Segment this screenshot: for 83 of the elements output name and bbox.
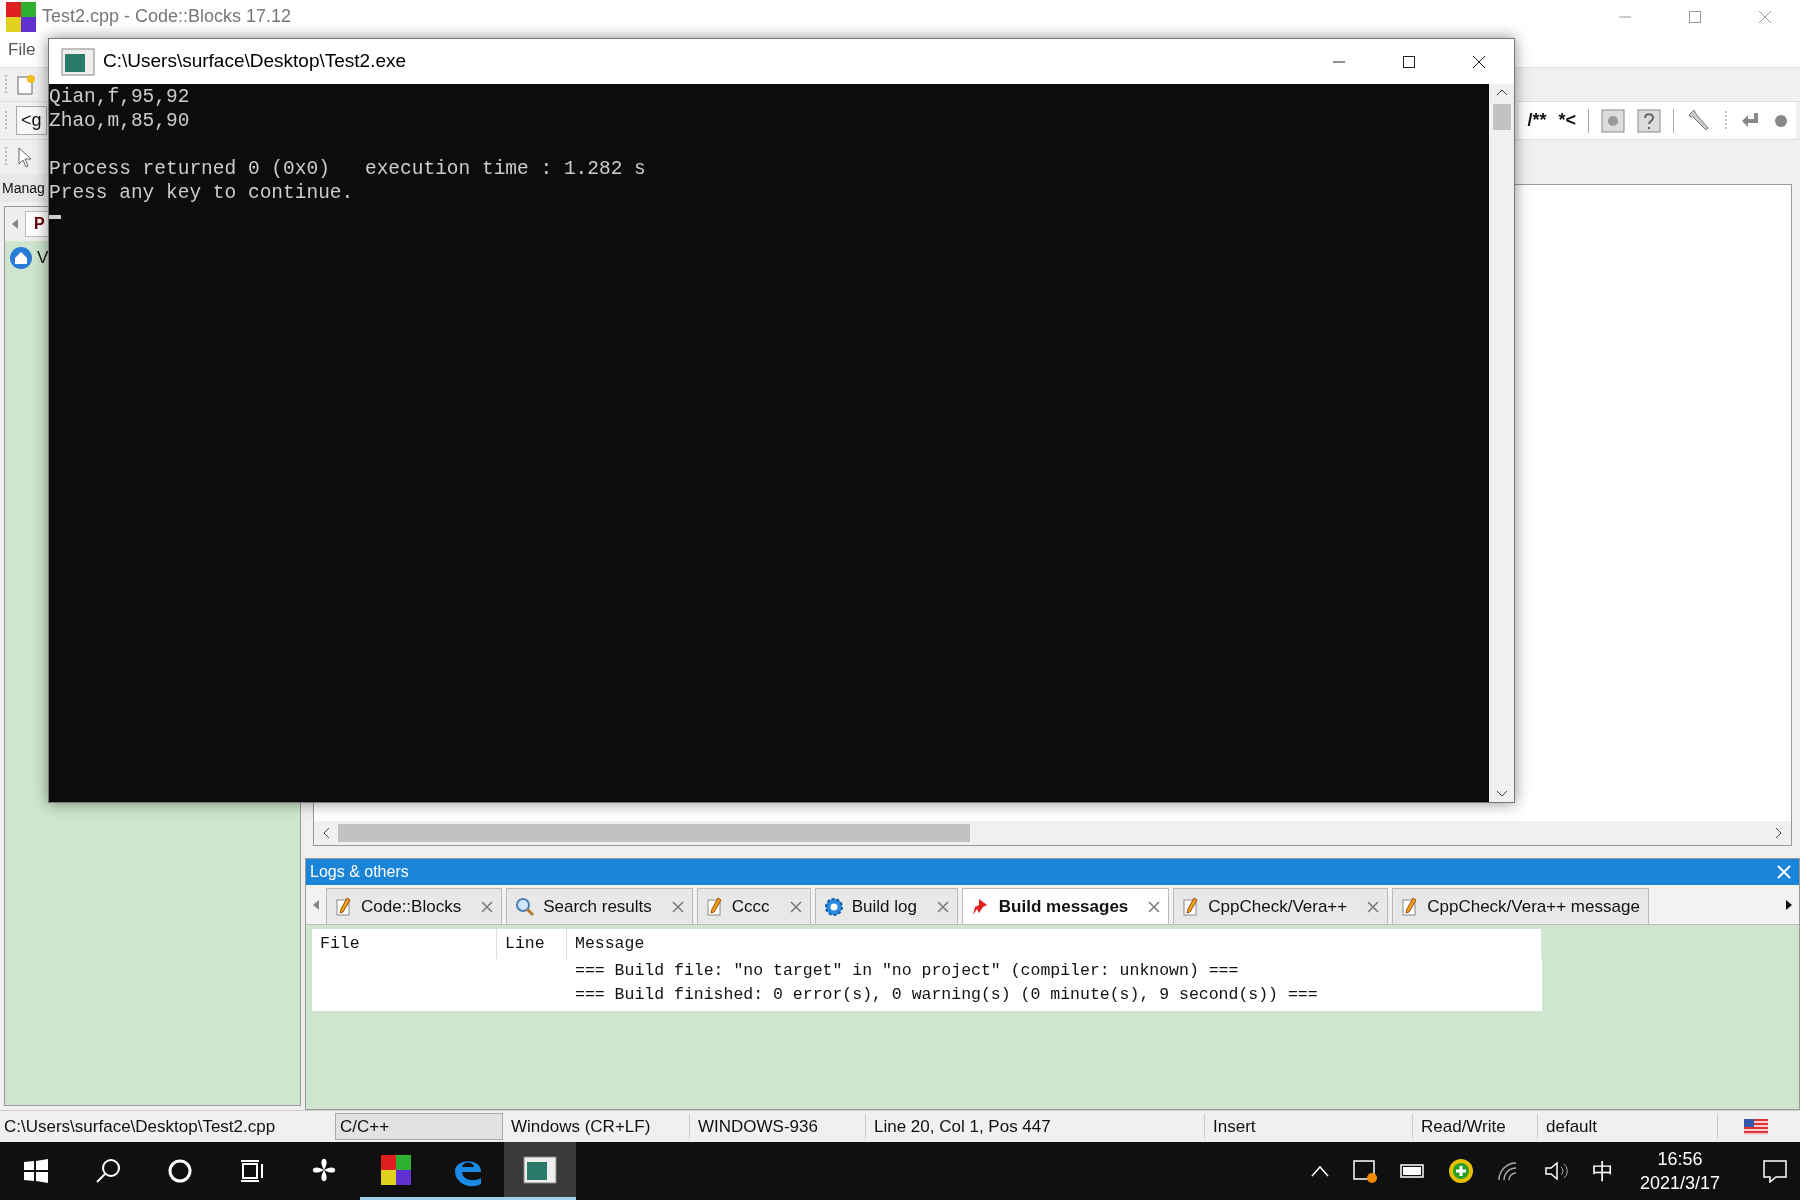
tree-item[interactable]: V (37, 245, 49, 271)
toolbar-grip-icon (1724, 109, 1728, 132)
window-title: Test2.cpp - Code::Blocks 17.12 (42, 5, 292, 28)
flag-icon (1744, 1118, 1768, 1135)
window-title: C:\Users\surface\Desktop\Test2.exe (103, 49, 407, 74)
log-tab[interactable]: Cccc (696, 888, 811, 924)
windows-logo-icon (23, 1158, 49, 1184)
plus-circle-icon[interactable] (1447, 1158, 1474, 1184)
table-cell-text: === Build file: "no target" in "no project" (compiler: unknown) === (574, 959, 1240, 982)
maximize-icon (1688, 9, 1702, 24)
close-icon[interactable] (1367, 900, 1380, 913)
scroll-left-icon[interactable] (322, 827, 330, 839)
log-tab[interactable]: CppCheck/Vera++ (1173, 888, 1389, 924)
search-icon (515, 896, 536, 917)
gear-icon (823, 896, 844, 917)
console-window-icon (523, 1155, 557, 1184)
column-header[interactable]: File (312, 929, 497, 959)
panel-title: Logs & others (310, 862, 409, 882)
scope-dropdown[interactable]: <g (16, 106, 47, 135)
toolbar-grip-icon (4, 109, 8, 132)
close-icon[interactable] (1148, 900, 1161, 913)
log-tab[interactable]: Build log (814, 888, 958, 924)
status-field: Windows (CR+LF) (503, 1113, 690, 1140)
help-icon[interactable] (1637, 108, 1661, 133)
preview-icon[interactable] (1601, 108, 1625, 133)
close-icon[interactable] (481, 900, 494, 913)
close-icon (1758, 9, 1772, 24)
console-window-icon (61, 47, 95, 76)
battery-icon[interactable] (1399, 1163, 1426, 1179)
input-method-indicator[interactable]: 中 (1591, 1154, 1614, 1188)
home-icon (9, 245, 33, 270)
scroll-down-icon[interactable] (1495, 790, 1508, 798)
menu-item[interactable]: File (8, 37, 36, 63)
console-line: Press any key to continue. (49, 181, 354, 205)
status-field: WINDOWS-936 (690, 1113, 866, 1140)
status-field: C/C++ (335, 1112, 503, 1141)
codeblocks-icon (4, 0, 38, 34)
notification-icon[interactable] (1762, 1159, 1788, 1183)
comment-tool[interactable]: /** (1527, 107, 1547, 134)
log-tab[interactable]: Search results (506, 888, 693, 924)
status-field: Insert (1205, 1113, 1413, 1140)
task-view-icon (239, 1158, 265, 1184)
scrollbar-thumb (1492, 104, 1511, 130)
pointer-icon (16, 146, 34, 168)
status-field: Read/Write (1413, 1113, 1538, 1140)
close-icon[interactable] (789, 900, 802, 913)
table-cell-text: === Build finished: 0 error(s), 0 warning(s) (0 minute(s), 9 second(s)) === (574, 983, 1319, 1006)
pencil-icon (705, 896, 724, 917)
comment-tool[interactable]: *< (1558, 107, 1576, 134)
column-header[interactable]: Message (567, 929, 1542, 959)
circle-icon (167, 1158, 193, 1184)
text-cursor (49, 215, 61, 219)
dot-icon (1774, 113, 1788, 128)
minimize-icon (1618, 15, 1632, 18)
close-icon[interactable] (671, 900, 684, 913)
search-icon (95, 1158, 121, 1184)
scroll-right-icon[interactable] (1775, 827, 1783, 839)
console-line: Zhao,m,85,90 (49, 109, 190, 133)
toolbar-grip-icon (4, 146, 8, 168)
scroll-up-icon[interactable] (1495, 88, 1508, 96)
volume-icon[interactable] (1543, 1160, 1570, 1182)
column-header[interactable]: Line (497, 929, 567, 959)
pencil-icon (335, 896, 353, 917)
toolbar-grip-icon (4, 73, 8, 96)
taskbar-app[interactable] (504, 1142, 576, 1200)
chevron-up-icon[interactable] (1309, 1165, 1330, 1177)
codeblocks-icon (379, 1152, 413, 1187)
log-tab[interactable]: Build messages (961, 888, 1170, 924)
log-tab[interactable]: CppCheck/Vera++ message (1392, 888, 1649, 924)
clock[interactable]: 16:56 2021/3/17 (1635, 1147, 1724, 1195)
log-tab[interactable]: Code::Blocks (326, 888, 503, 924)
status-field: C:\Users\surface\Desktop\Test2.cpp (0, 1113, 335, 1140)
minimize-icon (1332, 60, 1346, 63)
status-field: default (1538, 1113, 1718, 1140)
panel-tab[interactable]: Manag (0, 174, 46, 202)
maximize-icon (1402, 54, 1416, 69)
close-icon (1472, 54, 1486, 69)
new-file-icon (16, 73, 36, 96)
sync-icon[interactable] (1351, 1158, 1378, 1184)
console-line: Qian,f,95,92 (49, 85, 190, 109)
status-field: Line 20, Col 1, Pos 447 (866, 1113, 1205, 1140)
console-line: Process returned 0 (0x0) execution time : 1.282 s (49, 157, 646, 181)
close-icon[interactable] (936, 900, 949, 913)
